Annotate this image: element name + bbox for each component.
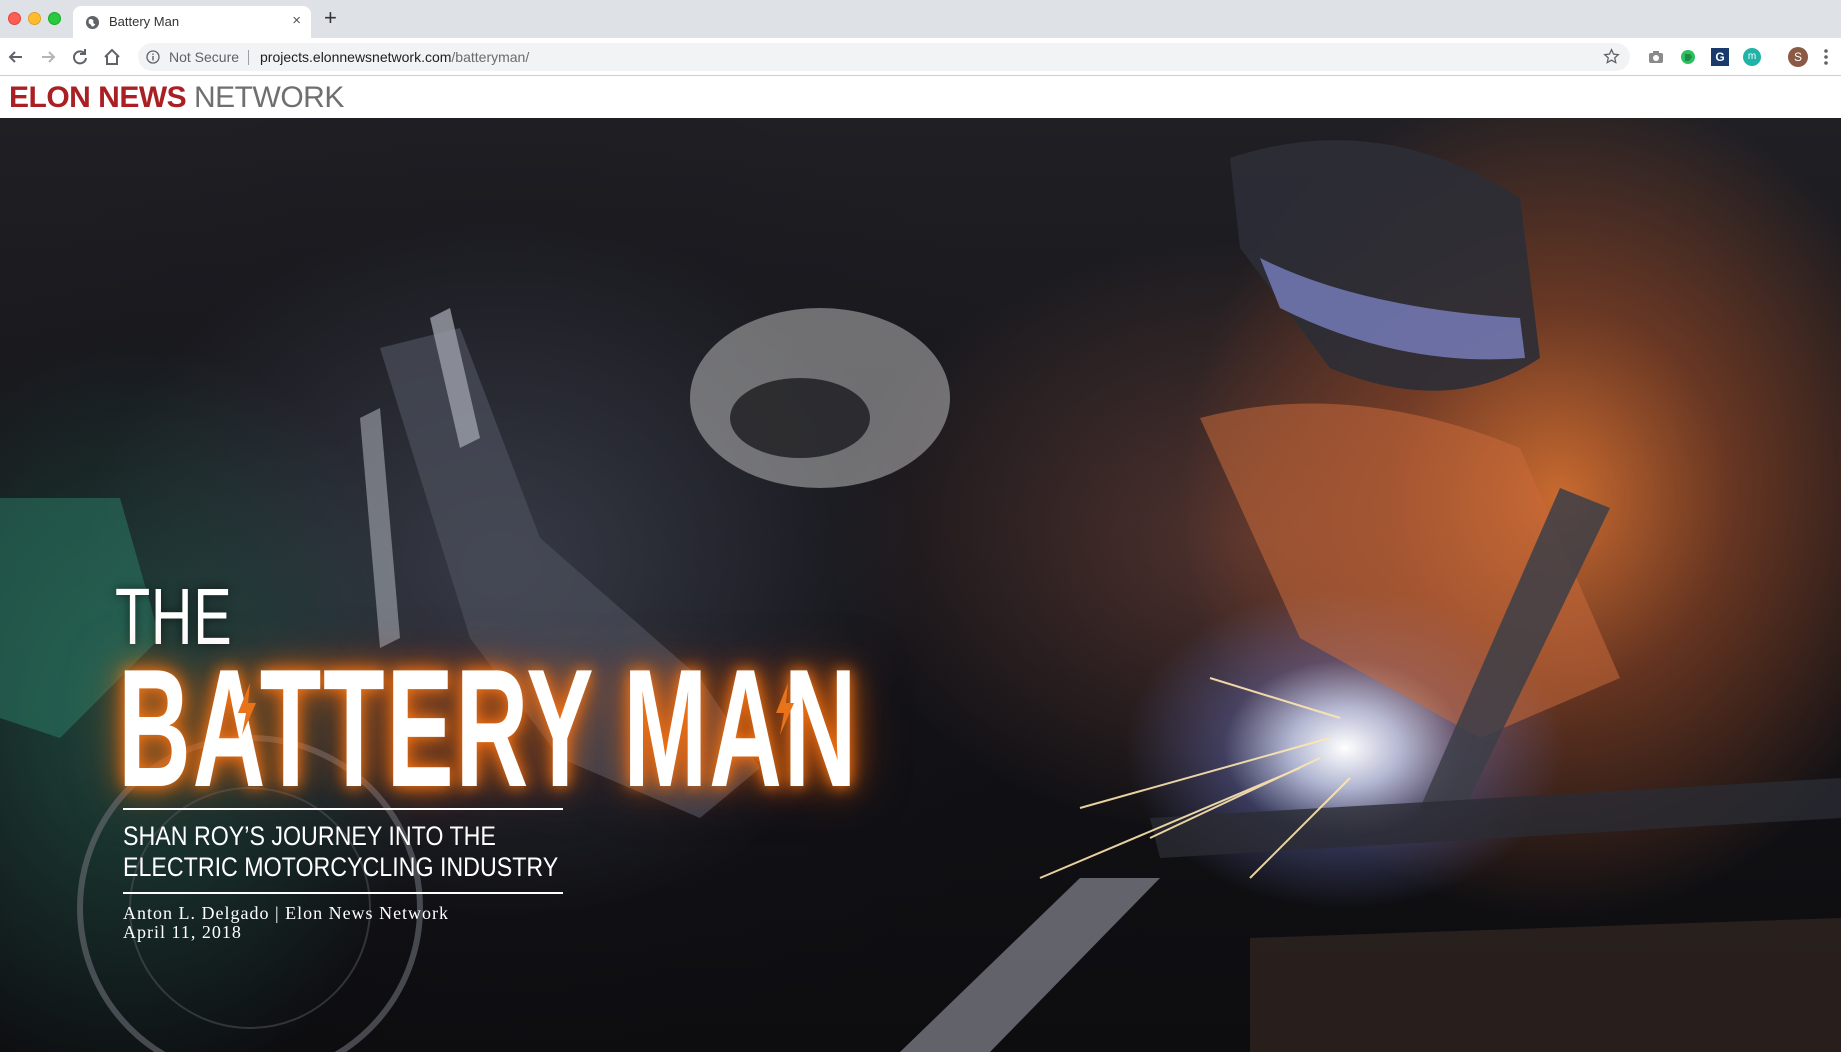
omnibox-divider bbox=[248, 50, 249, 65]
info-icon[interactable] bbox=[146, 50, 160, 64]
lightning-bolt-icon bbox=[776, 683, 794, 735]
hero-subtitle-line-1: SHAN ROY’S JOURNEY INTO THE bbox=[123, 821, 496, 851]
home-icon[interactable] bbox=[102, 47, 122, 67]
site-header: ELON NEWS NETWORK bbox=[0, 76, 1841, 118]
bookmark-star-icon[interactable] bbox=[1603, 48, 1620, 65]
hero-subtitle-line-2: ELECTRIC MOTORCYCLING INDUSTRY bbox=[123, 852, 559, 882]
close-tab-icon[interactable]: × bbox=[292, 13, 301, 29]
tab-title: Battery Man bbox=[109, 14, 180, 29]
hero-subtitle: SHAN ROY’S JOURNEY INTO THE ELECTRIC MOT… bbox=[123, 821, 559, 883]
logo-light: NETWORK bbox=[186, 81, 344, 114]
hero-video: THE BATTERY MAN SHAN ROY’S JOURNEY INTO … bbox=[0, 118, 1841, 1052]
back-icon[interactable] bbox=[6, 47, 26, 67]
reload-icon[interactable] bbox=[70, 47, 90, 67]
address-bar[interactable]: Not Secure projects.elonnewsnetwork.com/… bbox=[138, 43, 1630, 71]
subtitle-bottom-rule bbox=[123, 892, 563, 894]
site-logo[interactable]: ELON NEWS NETWORK bbox=[9, 81, 344, 115]
browser-toolbar: Not Secure projects.elonnewsnetwork.com/… bbox=[0, 38, 1841, 76]
logo-strong: ELON NEWS bbox=[9, 81, 187, 114]
byline-author: Anton L. Delgado | Elon News Network bbox=[123, 903, 450, 923]
forward-icon[interactable] bbox=[38, 47, 58, 67]
tab-strip: Battery Man × + bbox=[0, 0, 1841, 38]
window-close-button[interactable] bbox=[8, 12, 21, 25]
new-tab-button[interactable]: + bbox=[324, 7, 337, 29]
window-minimize-button[interactable] bbox=[28, 12, 41, 25]
menu-dots-icon[interactable] bbox=[1822, 47, 1830, 67]
article-byline: Anton L. Delgado | Elon News Network Apr… bbox=[123, 904, 449, 942]
mercury-icon[interactable]: m bbox=[1743, 48, 1761, 66]
subtitle-top-rule bbox=[123, 808, 563, 810]
globe-icon bbox=[85, 15, 100, 30]
grammarly-icon[interactable]: G bbox=[1711, 48, 1729, 66]
url-path: /batteryman/ bbox=[451, 49, 530, 65]
hero-title-battery-man: BATTERY MAN bbox=[118, 634, 859, 822]
lightning-bolt-icon bbox=[238, 683, 256, 735]
camera-icon[interactable] bbox=[1647, 48, 1665, 66]
url-text[interactable]: projects.elonnewsnetwork.com/batteryman/ bbox=[260, 49, 529, 65]
evernote-icon[interactable] bbox=[1679, 48, 1697, 66]
url-host: projects.elonnewsnetwork.com bbox=[260, 49, 452, 65]
window-maximize-button[interactable] bbox=[48, 12, 61, 25]
byline-date: April 11, 2018 bbox=[123, 922, 242, 942]
security-label[interactable]: Not Secure bbox=[169, 49, 239, 65]
tab-battery-man[interactable]: Battery Man × bbox=[73, 6, 311, 38]
profile-avatar[interactable]: S bbox=[1788, 47, 1808, 67]
